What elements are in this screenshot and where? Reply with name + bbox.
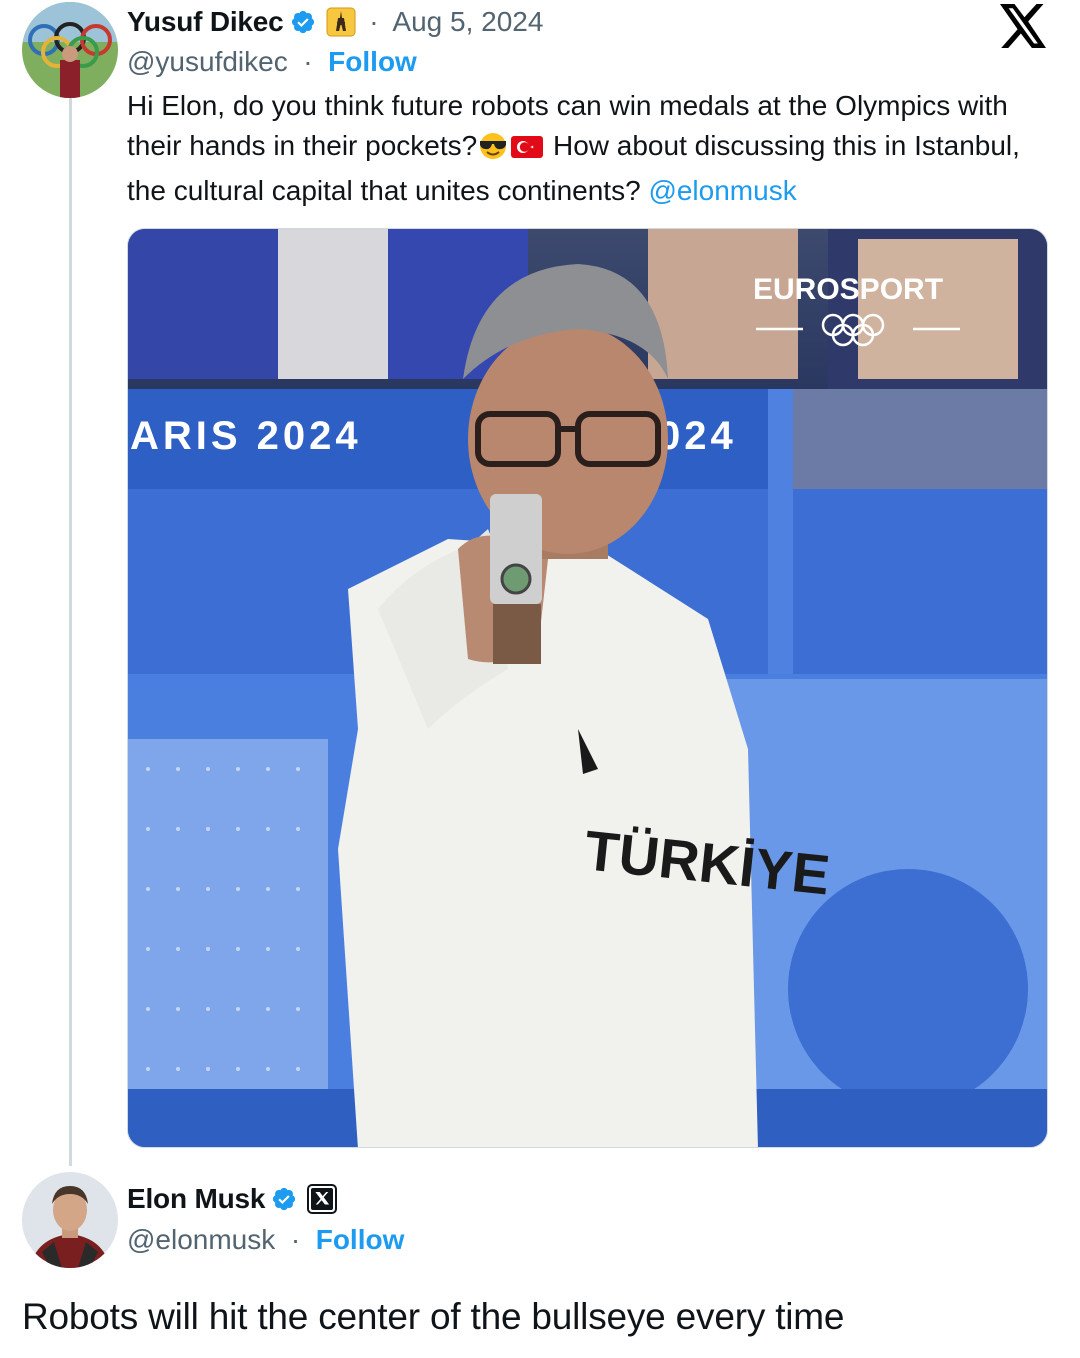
separator-dot: · xyxy=(361,6,387,37)
tweet-media-image[interactable]: ARIS 2024 024 EUROSPORT TÜRKİYE xyxy=(127,228,1048,1148)
follow-elon-button[interactable]: Follow xyxy=(316,1224,405,1255)
turkey-flag-emoji xyxy=(509,131,545,171)
reply-text: Robots will hit the center of the bullse… xyxy=(22,1296,845,1337)
verified-badge-icon xyxy=(290,9,316,35)
separator-dot: · xyxy=(283,1224,308,1255)
tweet-text: Hi Elon, do you think future robots can … xyxy=(127,86,1057,211)
elon-handle-row: @elonmusk · Follow xyxy=(127,1224,404,1256)
banner-text-right: 024 xyxy=(658,414,737,458)
x-affiliate-icon xyxy=(307,1184,338,1214)
tweet-date[interactable]: Aug 5, 2024 xyxy=(392,6,543,38)
verified-badge-icon xyxy=(271,1186,297,1212)
x-logo-icon[interactable] xyxy=(1000,4,1048,48)
eurosport-logo-text: EUROSPORT xyxy=(753,273,943,306)
yusuf-avatar[interactable] xyxy=(22,2,118,98)
banner-text-left: ARIS 2024 xyxy=(130,414,362,458)
thread-connector-line xyxy=(69,98,72,1166)
yusuf-name-row: Yusuf Dikec · Aug 5, 2024 xyxy=(127,4,543,40)
elon-handle[interactable]: @elonmusk xyxy=(127,1224,275,1255)
elon-name-row: Elon Musk xyxy=(127,1181,338,1217)
yusuf-handle-row: @yusufdikec · Follow xyxy=(127,46,417,78)
elon-avatar[interactable] xyxy=(22,1172,118,1268)
separator-dot: · xyxy=(295,46,321,77)
mention-elonmusk-link[interactable]: @elonmusk xyxy=(648,175,796,206)
elon-display-name[interactable]: Elon Musk xyxy=(127,1183,265,1215)
sunglasses-face-emoji xyxy=(477,131,509,171)
eiffel-tower-icon xyxy=(326,7,356,37)
yusuf-handle[interactable]: @yusufdikec xyxy=(127,46,288,77)
follow-yusuf-button[interactable]: Follow xyxy=(328,46,417,77)
yusuf-display-name[interactable]: Yusuf Dikec xyxy=(127,6,284,38)
